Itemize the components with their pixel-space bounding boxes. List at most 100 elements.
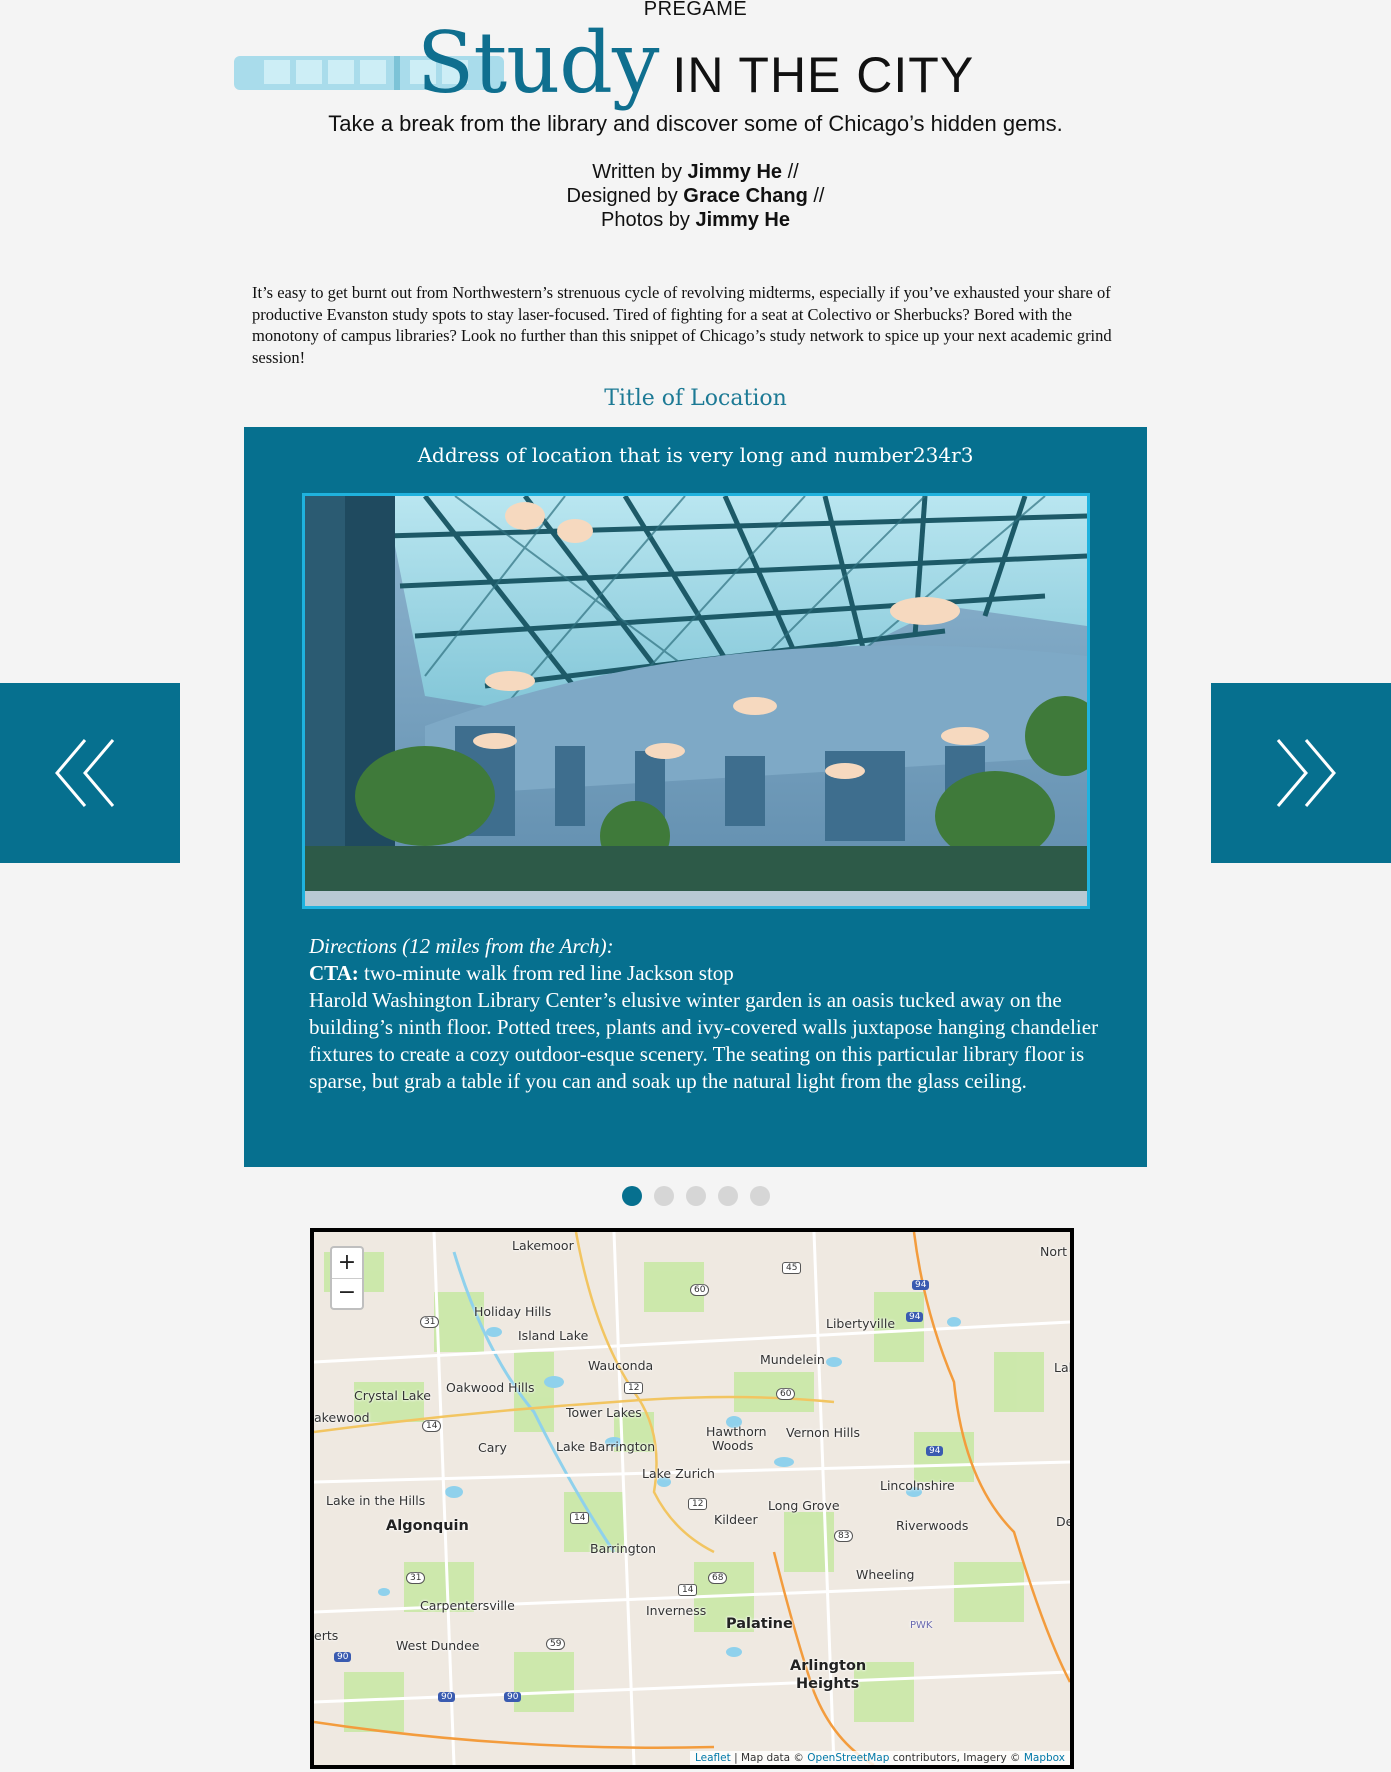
carousel-dots	[0, 1186, 1391, 1206]
map-label: Island Lake	[518, 1328, 589, 1343]
location-address: Address of location that is very long an…	[417, 443, 974, 467]
attribution-text: | Map data ©	[730, 1752, 808, 1764]
location-card: Address of location that is very long an…	[244, 427, 1147, 1167]
map-label: Lakemoor	[512, 1238, 574, 1253]
intro-paragraph: It’s easy to get burnt out from Northwes…	[252, 283, 1112, 367]
route-shield: 31	[420, 1316, 440, 1328]
location-description: Harold Washington Library Center’s elusi…	[309, 988, 1099, 1093]
route-shield: 68	[708, 1572, 728, 1584]
carousel-prev-button[interactable]	[0, 683, 180, 863]
map-label: akewood	[314, 1410, 370, 1425]
cta-label: CTA:	[309, 961, 359, 985]
title-study: Study	[416, 14, 660, 112]
route-shield: 83	[834, 1530, 854, 1542]
map-label: PWK	[910, 1620, 933, 1631]
directions-cta: CTA: two-minute walk from red line Jacks…	[309, 960, 1129, 987]
credit-designer-name: Grace Chang	[683, 185, 808, 207]
interstate-shield: 90	[334, 1652, 352, 1662]
credit-designer-label: Designed by	[566, 185, 684, 207]
page-subtitle: Take a break from the library and discov…	[328, 111, 1063, 136]
map-label: erts	[314, 1628, 339, 1643]
title-in-the-city: IN THE CITY	[672, 47, 975, 103]
map-label: Vernon Hills	[786, 1425, 860, 1440]
map-label: Wauconda	[588, 1358, 654, 1373]
map-label: Heights	[796, 1676, 860, 1692]
route-shield: 14	[678, 1584, 698, 1596]
location-photo	[302, 493, 1090, 909]
map-label: West Dundee	[396, 1638, 480, 1653]
map-label: Kildeer	[714, 1512, 758, 1527]
map-label: Palatine	[726, 1616, 793, 1632]
map-label: Lake Barrington	[556, 1439, 656, 1454]
interstate-shield: 90	[438, 1692, 456, 1702]
map-label: Barrington	[590, 1541, 657, 1556]
credit-photographer-label: Photos by	[600, 209, 696, 231]
credit-writer-name: Jimmy He	[687, 161, 783, 183]
double-chevron-left-icon	[55, 739, 115, 807]
mapbox-link[interactable]: Mapbox	[1024, 1752, 1065, 1764]
carousel-dot-4[interactable]	[717, 1186, 738, 1206]
carousel-next-button[interactable]	[1211, 683, 1391, 863]
openstreetmap-link[interactable]: OpenStreetMap	[807, 1752, 889, 1764]
map-label: Lake in the Hills	[326, 1493, 426, 1508]
cta-text: two-minute walk from red line Jackson st…	[358, 961, 734, 985]
map-label: Inverness	[646, 1603, 707, 1618]
map-label: Crystal Lake	[354, 1388, 431, 1403]
map-label: Mundelein	[760, 1352, 825, 1367]
interstate-shield: 94	[906, 1312, 924, 1322]
map-label: Nort	[1040, 1244, 1068, 1259]
credit-photographer: Photos by Jimmy He	[0, 209, 1391, 232]
map-label: Wheeling	[856, 1567, 915, 1582]
route-shield: 45	[782, 1262, 802, 1274]
map-label: De	[1056, 1514, 1074, 1529]
credit-writer: Written by Jimmy He //	[0, 161, 1391, 184]
location-directions: Directions (12 miles from the Arch): CTA…	[309, 933, 1129, 1095]
route-shield: 60	[690, 1284, 710, 1296]
zoom-out-button[interactable]: −	[332, 1278, 362, 1308]
interstate-shield: 90	[504, 1692, 522, 1702]
zoom-in-button[interactable]: +	[332, 1248, 362, 1279]
directions-heading: Directions (12 miles from the Arch):	[309, 934, 614, 958]
route-shield: 59	[546, 1638, 566, 1650]
route-shield: 14	[570, 1512, 590, 1524]
map-label: Holiday Hills	[474, 1304, 552, 1319]
map-label: Lincolnshire	[880, 1478, 955, 1493]
map-attribution: Leaflet | Map data © OpenStreetMap contr…	[689, 1751, 1070, 1765]
credit-writer-label: Written by	[592, 161, 688, 183]
credit-separator: //	[782, 161, 799, 183]
leaflet-link[interactable]: Leaflet	[695, 1752, 731, 1764]
zoom-control: + −	[330, 1246, 364, 1310]
map-label: Hawthorn	[706, 1424, 767, 1439]
map-label: Arlington	[790, 1658, 867, 1674]
route-shield: 14	[422, 1420, 442, 1432]
location-map[interactable]: + − Lakemoor Holiday Hills Island Lake W…	[310, 1228, 1074, 1769]
interstate-shield: 94	[912, 1280, 930, 1290]
attribution-text: contributors, Imagery ©	[889, 1752, 1024, 1764]
map-label: Long Grove	[768, 1498, 840, 1513]
route-shield: 12	[624, 1382, 644, 1394]
carousel-dot-1[interactable]	[621, 1186, 642, 1206]
credit-photographer-name: Jimmy He	[695, 209, 791, 231]
map-label: Oakwood Hills	[446, 1380, 535, 1395]
map-label: Carpentersville	[420, 1598, 515, 1613]
map-label: Lake Zurich	[642, 1466, 715, 1481]
route-shield: 12	[688, 1498, 708, 1510]
page-title: Study IN THE CITY	[0, 14, 1391, 112]
credit-designer: Designed by Grace Chang //	[0, 185, 1391, 208]
map-label: Tower Lakes	[566, 1405, 642, 1420]
route-shield: 60	[776, 1388, 796, 1400]
map-label: Lak	[1054, 1360, 1074, 1375]
map-label: Algonquin	[386, 1518, 469, 1534]
carousel-dot-3[interactable]	[685, 1186, 706, 1206]
interstate-shield: 94	[926, 1446, 944, 1456]
map-label: Cary	[478, 1440, 507, 1455]
credit-separator: //	[807, 185, 825, 207]
route-shield: 31	[406, 1572, 426, 1584]
carousel-dot-2[interactable]	[653, 1186, 674, 1206]
map-label: Libertyville	[826, 1316, 896, 1331]
map-label: Woods	[712, 1438, 754, 1453]
carousel-dot-5[interactable]	[749, 1186, 770, 1206]
map-label: Riverwoods	[896, 1518, 969, 1533]
double-chevron-right-icon	[1276, 739, 1336, 807]
location-title: Title of Location	[604, 386, 787, 411]
